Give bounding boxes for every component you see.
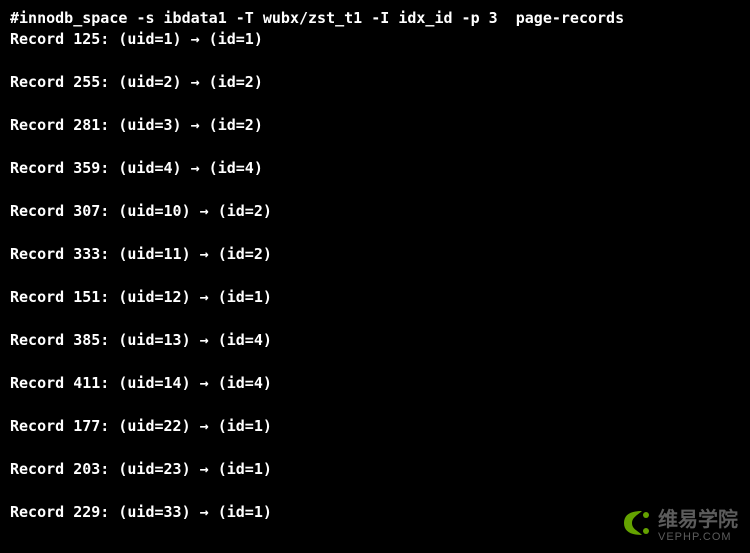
record-row: Record 177: (uid=22) → (id=1) [10,416,740,437]
record-line: Record 411: (uid=14) → (id=4) [10,373,740,394]
record-line: Record 333: (uid=11) → (id=2) [10,244,740,265]
record-row: Record 203: (uid=23) → (id=1) [10,459,740,480]
record-row: Record 411: (uid=14) → (id=4) [10,373,740,394]
prompt: # [10,9,19,27]
watermark-url: VEPHP.COM [658,532,738,543]
logo-icon [620,507,652,545]
record-row: Record 333: (uid=11) → (id=2) [10,244,740,265]
record-line: Record 151: (uid=12) → (id=1) [10,287,740,308]
watermark: 维易学院 VEPHP.COM [620,507,738,545]
record-line: Record 359: (uid=4) → (id=4) [10,158,740,179]
record-line: Record 307: (uid=10) → (id=2) [10,201,740,222]
tool-args: -s ibdata1 -T wubx/zst_t1 -I idx_id -p 3… [136,9,624,27]
watermark-title: 维易学院 [658,510,738,530]
record-row: Record 385: (uid=13) → (id=4) [10,330,740,351]
record-line: Record 385: (uid=13) → (id=4) [10,330,740,351]
record-row: Record 281: (uid=3) → (id=2) [10,115,740,136]
record-line: Record 203: (uid=23) → (id=1) [10,459,740,480]
record-line: Record 177: (uid=22) → (id=1) [10,416,740,437]
record-row: Record 359: (uid=4) → (id=4) [10,158,740,179]
record-row: Record 307: (uid=10) → (id=2) [10,201,740,222]
record-row: Record 255: (uid=2) → (id=2) [10,72,740,93]
tool-name: innodb_space [19,9,127,27]
command-line: #innodb_space -s ibdata1 -T wubx/zst_t1 … [10,8,740,29]
record-line: Record 125: (uid=1) → (id=1) [10,29,740,50]
record-line: Record 281: (uid=3) → (id=2) [10,115,740,136]
records-output: Record 125: (uid=1) → (id=1) Record 255: … [10,29,740,523]
record-row: Record 151: (uid=12) → (id=1) [10,287,740,308]
record-row: Record 125: (uid=1) → (id=1) [10,29,740,50]
record-line: Record 255: (uid=2) → (id=2) [10,72,740,93]
